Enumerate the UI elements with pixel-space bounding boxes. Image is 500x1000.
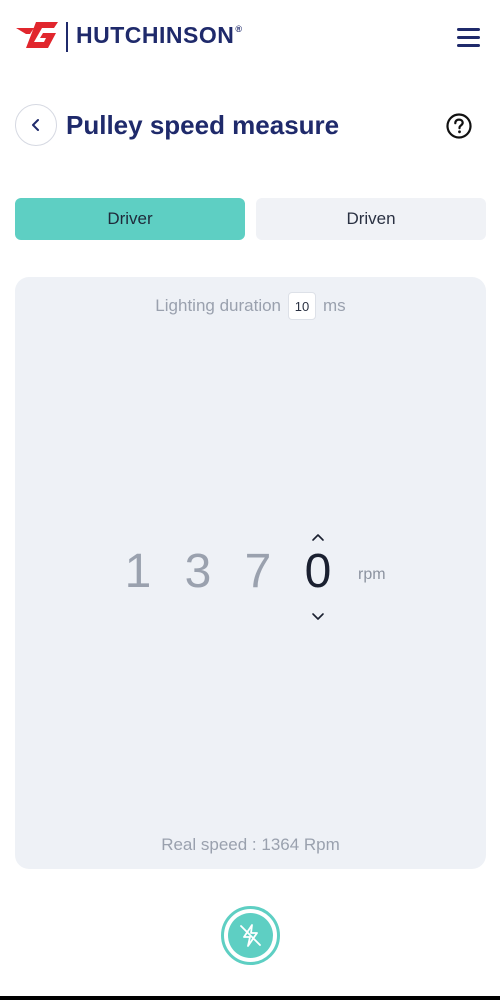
real-speed-readout: Real speed : 1364 Rpm — [161, 835, 340, 854]
hutchinson-logo-icon — [14, 20, 60, 54]
tab-driver[interactable]: Driver — [15, 198, 245, 240]
hamburger-menu-icon — [457, 28, 480, 47]
measure-panel: Lighting duration ms 1 3 7 0 rpm Real sp… — [15, 277, 486, 869]
brand-name: HUTCHINSON® — [76, 22, 243, 48]
speed-digit-4-active[interactable]: 0 — [298, 542, 338, 602]
flash-off-icon — [240, 924, 261, 947]
speed-digit-1[interactable]: 1 — [118, 542, 158, 602]
lighting-duration-unit: ms — [323, 296, 346, 315]
flash-toggle-button[interactable] — [221, 906, 280, 965]
speed-selector: 1 3 7 0 rpm — [15, 534, 486, 622]
tab-driven[interactable]: Driven — [256, 198, 486, 240]
back-button[interactable] — [15, 104, 57, 146]
chevron-left-icon — [32, 119, 39, 131]
lighting-duration-row: Lighting duration ms — [15, 291, 486, 321]
flash-button-fill — [228, 913, 273, 958]
speed-digit-3[interactable]: 7 — [238, 542, 278, 602]
question-circle-icon — [446, 113, 472, 139]
title-row: Pulley speed measure — [0, 104, 500, 148]
mode-tabs: Driver Driven — [15, 198, 486, 240]
logo-divider — [66, 22, 68, 52]
decrement-digit-button[interactable] — [311, 609, 325, 620]
app-header: HUTCHINSON® — [0, 0, 500, 80]
lighting-duration-input[interactable] — [288, 292, 317, 320]
lighting-duration-label: Lighting duration — [155, 296, 282, 315]
chevron-up-icon — [312, 534, 324, 541]
menu-button[interactable] — [452, 24, 486, 54]
speed-unit: rpm — [358, 566, 386, 583]
page-title: Pulley speed measure — [66, 110, 340, 140]
registered-mark: ® — [235, 24, 243, 34]
help-button[interactable] — [445, 112, 473, 140]
increment-digit-button[interactable] — [311, 529, 325, 541]
chevron-down-icon — [312, 613, 324, 620]
bottom-edge — [0, 996, 500, 1000]
speed-digit-2[interactable]: 3 — [178, 542, 218, 602]
